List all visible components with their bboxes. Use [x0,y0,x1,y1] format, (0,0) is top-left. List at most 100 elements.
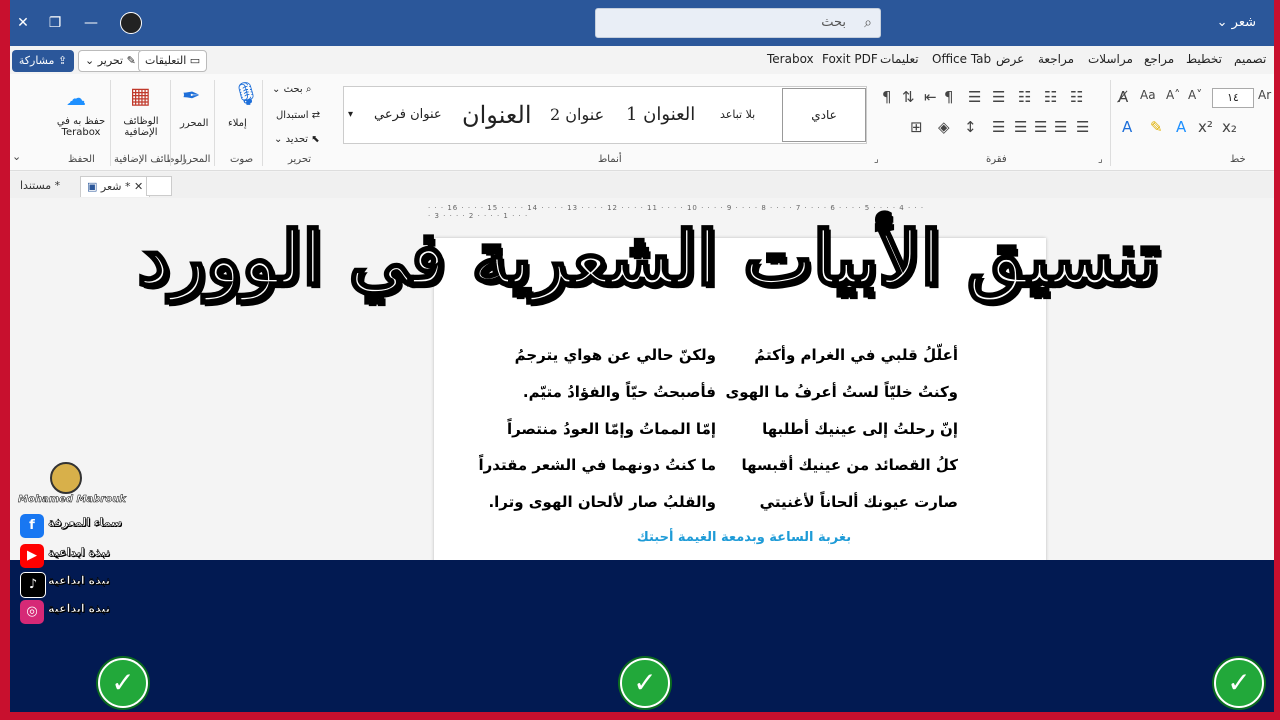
tab-office-tab[interactable]: Office Tab [932,52,991,66]
indent-icon[interactable]: ☰ [968,88,981,106]
styles-dialog-launcher-icon[interactable]: ⌟ [874,154,879,165]
pilcrow-icon[interactable]: ¶ [882,88,892,106]
addins-label[interactable]: الوظائف الإضافية [116,116,166,138]
highlight-icon[interactable]: ✎ [1150,118,1163,136]
find-label: بحث [283,84,303,95]
shrink-font-icon[interactable]: A˅ [1188,88,1202,102]
multilevel-list-icon[interactable]: ☷ [1018,88,1031,106]
tab-references[interactable]: مراجع [1144,52,1174,66]
distributed-icon[interactable]: ☰ [1076,118,1089,136]
tab-foxit-pdf[interactable]: Foxit PDF [822,52,878,66]
replace-button[interactable]: استبدال ⇄ [276,110,320,121]
paragraph-dialog-launcher-icon[interactable]: ⌟ [1098,154,1103,165]
minimize-icon[interactable]: — [78,10,104,36]
editor-pen-icon[interactable]: ✒ [182,84,200,109]
justify-icon[interactable]: ☰ [992,118,1005,136]
find-button[interactable]: ⌄ بحث ⌕ [272,84,311,95]
check-icon: ✓ [620,658,670,708]
doc-title[interactable]: ⌄ شعر [1217,0,1256,46]
collapse-ribbon-icon[interactable]: ⌄ [12,150,21,163]
close-tab-icon[interactable]: ✕ [134,180,143,193]
style-normal[interactable]: عادي [782,88,866,142]
tab-terabox[interactable]: Terabox [767,52,814,66]
line-spacing-icon[interactable]: ↕ [964,118,977,136]
close-icon[interactable]: ✕ [10,10,36,36]
group-styles-label: أنماط [598,154,622,165]
verse-left-5: والقلبُ صار لألحان الهوى وترا. [488,493,716,511]
style-heading-1[interactable]: العنوان 1 [626,87,695,143]
save-terabox-label[interactable]: حفظ به في Terabox [54,116,108,138]
numbering-icon[interactable]: ☷ [1044,88,1057,106]
font-size-field[interactable]: ١٤ [1212,88,1254,108]
text-effects-icon[interactable]: A [1176,118,1186,136]
microphone-icon[interactable]: 🎙 [232,82,260,107]
addins-grid-icon[interactable]: ▦ [130,84,151,109]
superscript-icon[interactable]: x² [1198,118,1213,136]
verse-left-1: ولكنّ حالي عن هواي يترجمُ [514,346,716,364]
verse-right-1: أعلّلُ قلبي في الغرام وأكتمُ [754,346,958,364]
search-input[interactable]: بحث ⌕ [595,8,881,38]
facebook-icon: f [20,514,44,538]
style-no-spacing[interactable]: بلا تباعد [720,87,755,143]
active-tab-label: شعر * [100,180,131,193]
channel-signature: Mohamed Mabrouk [18,494,126,506]
group-addins-label: الوظائف الإضافية [114,154,186,165]
font-name-field[interactable]: Ar [1258,88,1271,102]
align-center-icon[interactable]: ☰ [1034,118,1047,136]
tab-help[interactable]: تعليمات [880,52,919,66]
comments-button[interactable]: التعليقات ▭ [138,50,208,72]
terabox-cloud-icon[interactable]: ☁ [66,86,86,110]
styles-more-icon[interactable]: ▾ [348,87,353,143]
word-doc-icon: ▣ [87,180,98,193]
verse-right-2: وكنتُ خليّاً لستُ أعرفُ ما الهوى [725,383,958,401]
change-case-icon[interactable]: Aa [1140,88,1156,102]
tab-review[interactable]: مراجعة [1038,52,1074,66]
verse-left-4: ما كنتُ دونهما في الشعر مقتدراً [478,456,716,474]
shading-icon[interactable]: ◈ [938,118,950,136]
outdent-icon[interactable]: ☰ [992,88,1005,106]
new-tab-button[interactable] [146,176,172,196]
document-workspace: · · · 16 · · · · 15 · · · · 14 · · · · 1… [10,198,1274,568]
search-icon: ⌕ [864,15,872,31]
style-subtitle[interactable]: عنوان فرعي [374,87,442,143]
tab-mailings[interactable]: مراسلات [1088,52,1133,66]
instagram-icon: ◎ [20,600,44,624]
cursor-icon: ⬉ [311,134,320,145]
select-button[interactable]: ⌄ تحديد ⬉ [274,134,320,145]
share-button[interactable]: مشاركة ⇪ [12,50,74,72]
tab-design[interactable]: تصميم [1234,52,1266,66]
align-left-icon[interactable]: ☰ [1014,118,1027,136]
edit-mode-button[interactable]: ⌄ تحرير ✎ [78,50,143,72]
group-font-label: خط [1230,154,1246,165]
dictate-label[interactable]: إملاء [228,118,247,129]
style-heading-2[interactable]: عنوان 2 [550,87,604,143]
align-right-icon[interactable]: ☰ [1054,118,1067,136]
ltr-icon[interactable]: ⇤ [924,88,937,106]
check-icon: ✓ [1214,658,1264,708]
menu-bar: مشاركة ⇪ ⌄ تحرير ✎ التعليقات ▭ Terabox F… [10,46,1274,74]
borders-icon[interactable]: ⊞ [910,118,923,136]
group-paragraph-label: فقرة [986,154,1007,165]
subscript-icon[interactable]: x₂ [1222,118,1237,136]
font-color-icon[interactable]: A [1122,118,1132,136]
clear-format-icon[interactable]: A̸ [1118,88,1128,106]
style-title[interactable]: العنوان [462,87,532,143]
title-bar: ✕ ❐ — بحث ⌕ ⌄ شعر [10,0,1274,46]
sort-icon[interactable]: ⇅ [902,88,915,106]
tab-active-document[interactable]: ▣ شعر * ✕ [80,176,151,197]
tab-view[interactable]: عرض [996,52,1024,66]
overlay-title: تنسيق الأبيات الشعرية في الوورد [136,215,1162,304]
social-facebook-label: سماء المعرفة [48,516,123,530]
bullets-icon[interactable]: ☷ [1070,88,1083,106]
tab-other-document[interactable]: مستندا * [14,176,66,196]
group-editor-label: المحرر [182,154,211,165]
editor-label[interactable]: المحرر [180,118,208,129]
tab-layout[interactable]: تخطيط [1186,52,1222,66]
avatar[interactable] [120,12,142,34]
search-placeholder: بحث [821,15,846,30]
verse-footer: بغربة الساعة وبدمعة الغيمة أحبتك [636,530,852,545]
verse-right-3: إنّ رحلتُ إلى عينيك أطلبها [762,420,958,438]
restore-icon[interactable]: ❐ [42,10,68,36]
grow-font-icon[interactable]: A˄ [1166,88,1180,102]
rtl-icon[interactable]: ¶ [944,88,954,106]
